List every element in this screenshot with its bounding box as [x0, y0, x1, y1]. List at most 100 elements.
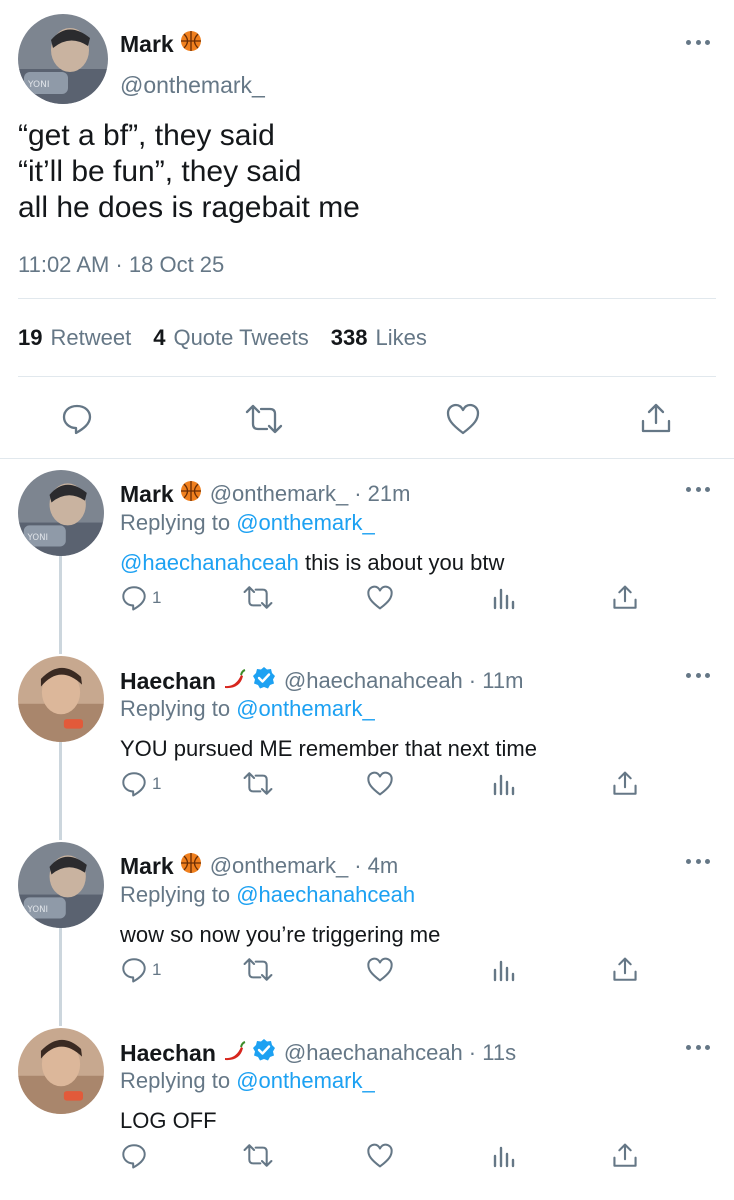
like-icon[interactable] [366, 770, 394, 797]
author-name[interactable]: Mark [120, 481, 174, 508]
svg-text:YONI: YONI [27, 533, 49, 543]
retweet-icon[interactable] [243, 956, 273, 983]
more-options-icon[interactable] [686, 40, 710, 46]
replying-to-label: Replying to [120, 882, 231, 907]
replying-to: Replying to @onthemark_ [120, 696, 375, 722]
reply-icon[interactable] [120, 770, 148, 798]
avatar-haechan[interactable] [18, 1028, 104, 1114]
reply-icon[interactable] [120, 956, 148, 984]
divider [18, 376, 716, 377]
author-handle[interactable]: @haechanahceah [284, 668, 463, 694]
replying-to: Replying to @haechanahceah [120, 882, 415, 908]
reply-icon[interactable] [60, 402, 94, 436]
replying-to: Replying to @onthemark_ [120, 1068, 375, 1094]
reply-icon[interactable] [120, 584, 148, 612]
author-name[interactable]: Haechan [120, 1040, 216, 1067]
reply-text: @haechanahceah this is about you btw [120, 550, 504, 576]
analytics-icon[interactable] [492, 1142, 516, 1168]
chili-pepper-icon [222, 1039, 246, 1067]
quote-label: Quote Tweets [173, 325, 309, 350]
replying-to: Replying to @onthemark_ [120, 510, 375, 536]
replying-to-link[interactable]: @onthemark_ [236, 696, 375, 721]
thread-line [59, 742, 62, 840]
like-icon[interactable] [445, 402, 481, 436]
avatar-mark[interactable]: YONI [18, 470, 104, 556]
reply-time[interactable]: · 21m [354, 481, 410, 507]
basketball-icon [180, 30, 202, 58]
reply-header: Haechan @haechanahceah · 11m [120, 666, 523, 696]
retweet-icon[interactable] [243, 1142, 273, 1169]
divider [0, 458, 734, 459]
reply-text: YOU pursued ME remember that next time [120, 736, 537, 761]
reply-header: Haechan @haechanahceah · 11s [120, 1038, 516, 1068]
replying-to-link[interactable]: @haechanahceah [236, 882, 415, 907]
reply-time[interactable]: · 4m [354, 853, 398, 879]
more-options-icon[interactable] [686, 1045, 710, 1051]
reply-count: 1 [152, 588, 162, 607]
analytics-icon[interactable] [492, 584, 516, 610]
reply-time[interactable]: · 11m [469, 668, 524, 694]
share-icon[interactable] [612, 770, 638, 798]
tweet-line: “get a bf”, they said [18, 119, 275, 152]
divider [18, 298, 716, 299]
reply-header: Mark @onthemark_ · 21m [120, 480, 410, 508]
author-handle[interactable]: @haechanahceah [284, 1040, 463, 1066]
tweet-line: “it’ll be fun”, they said [18, 155, 302, 188]
retweet-stat[interactable]: 19 Retweet [18, 325, 131, 351]
share-icon[interactable] [612, 584, 638, 612]
like-icon[interactable] [366, 584, 394, 611]
avatar-mark[interactable]: YONI [18, 842, 104, 928]
replying-to-link[interactable]: @onthemark_ [236, 1068, 375, 1093]
tweet-text: “get a bf”, they said “it’ll be fun”, th… [18, 118, 360, 226]
share-icon[interactable] [612, 956, 638, 984]
verified-badge-icon [252, 1038, 276, 1068]
retweet-icon[interactable] [245, 402, 283, 436]
mention-link[interactable]: @haechanahceah [120, 550, 299, 575]
replying-to-label: Replying to [120, 510, 231, 535]
thread-line [59, 556, 62, 654]
reply-time[interactable]: · 11s [469, 1040, 516, 1066]
likes-label: Likes [375, 325, 427, 350]
author-name[interactable]: Haechan [120, 668, 216, 695]
author-name[interactable]: Mark [120, 853, 174, 880]
thread-line [59, 928, 62, 1026]
author-handle[interactable]: @onthemark_ [210, 853, 349, 879]
reply-count: 1 [152, 960, 162, 979]
likes-stat[interactable]: 338 Likes [331, 325, 427, 351]
retweet-count: 19 [18, 325, 43, 350]
share-icon[interactable] [640, 402, 672, 436]
author-name-text: Mark [120, 30, 174, 57]
tweet-stats: 19 Retweet 4 Quote Tweets 338 Likes [18, 325, 449, 351]
reply-text: LOG OFF [120, 1108, 217, 1133]
reply-body: this is about you btw [298, 550, 505, 575]
author-handle[interactable]: @onthemark_ [120, 72, 265, 99]
analytics-icon[interactable] [492, 770, 516, 796]
more-options-icon[interactable] [686, 487, 710, 493]
replying-to-label: Replying to [120, 696, 231, 721]
basketball-icon [180, 480, 202, 508]
replying-to-link[interactable]: @onthemark_ [236, 510, 375, 535]
retweet-icon[interactable] [243, 584, 273, 611]
likes-count: 338 [330, 325, 368, 350]
reply-count: 1 [152, 774, 162, 793]
author-name[interactable]: Mark [120, 30, 202, 58]
tweet-line: all he does is ragebait me [18, 191, 360, 224]
more-options-icon[interactable] [686, 673, 710, 679]
svg-text:YONI: YONI [27, 80, 49, 90]
share-icon[interactable] [612, 1142, 638, 1170]
reply-icon[interactable] [120, 1142, 148, 1170]
avatar-mark[interactable]: YONI [18, 14, 108, 104]
avatar-haechan[interactable] [18, 656, 104, 742]
like-icon[interactable] [366, 1142, 394, 1169]
author-handle[interactable]: @onthemark_ [210, 481, 349, 507]
analytics-icon[interactable] [492, 956, 516, 982]
reply-text: wow so now you’re triggering me [120, 922, 441, 947]
more-options-icon[interactable] [686, 859, 710, 865]
retweet-icon[interactable] [243, 770, 273, 797]
basketball-icon [180, 852, 202, 880]
quote-tweets-stat[interactable]: 4 Quote Tweets [153, 325, 309, 351]
tweet-timestamp[interactable]: 11:02 AM · 18 Oct 25 [18, 252, 224, 278]
retweet-label: Retweet [50, 325, 132, 350]
like-icon[interactable] [366, 956, 394, 983]
replying-to-label: Replying to [120, 1068, 231, 1093]
